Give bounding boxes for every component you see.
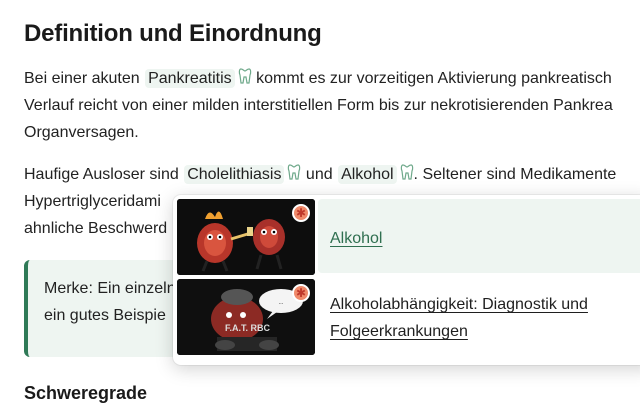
paragraph-2-line-1: Haufige Ausloser sind Cholelithiasis und… xyxy=(24,161,616,188)
paragraph-1-line-3: Organversagen. xyxy=(24,124,139,141)
result-thumbnail-alkoholabhaengigkeit: ... F.A.T. RBC ✱ xyxy=(177,279,315,355)
term-link-pankreatitis[interactable]: Pankreatitis xyxy=(145,69,235,88)
text-fragment: und xyxy=(301,166,338,183)
search-preview-popup: × ✱ Alkohol xyxy=(173,195,640,365)
paragraph-2-line-2: Hypertriglyceridami xyxy=(24,193,161,210)
text-fragment: Haufige Ausloser sind xyxy=(24,166,184,183)
section-heading-severity: Schweregrade xyxy=(24,383,148,403)
paragraph-2-line-3: ahnliche Beschwerd xyxy=(24,220,168,237)
result-thumbnail-alkohol: ✱ xyxy=(177,199,315,275)
result-item[interactable]: ✱ Alkohol xyxy=(173,195,640,275)
text-fragment: Bei einer akuten xyxy=(24,70,145,87)
tooth-icon[interactable] xyxy=(287,163,301,181)
callout-line-2: ein gutes Beispie xyxy=(44,307,166,324)
section-heading-definition: Definition und Einordnung xyxy=(24,20,322,47)
thumbnail-caption: F.A.T. RBC xyxy=(225,323,270,333)
callout-line-1: Merke: Ein einzeln xyxy=(44,280,176,297)
paragraph-1-line-2: Verlauf reicht von einer milden intersti… xyxy=(24,97,613,114)
badge-icon: ✱ xyxy=(292,204,310,222)
paragraph-1-line-1: Bei einer akuten Pankreatitis kommt es z… xyxy=(24,65,612,92)
result-title-link[interactable]: Alkohol xyxy=(330,225,382,252)
badge-icon: ✱ xyxy=(292,284,310,302)
result-title-line-2: Folgeerkrankungen xyxy=(330,323,468,340)
text-fragment: . Seltener sind Medikamente xyxy=(413,166,617,183)
result-item[interactable]: ... F.A.T. RBC ✱ Alkoholabhängigkeit: Di… xyxy=(173,279,640,361)
tooth-icon[interactable] xyxy=(400,163,414,181)
term-link-cholelithiasis[interactable]: Cholelithiasis xyxy=(184,165,285,184)
result-title-link[interactable]: Alkoholabhängigkeit: Diagnostik und Folg… xyxy=(330,291,588,345)
text-fragment: kommt es zur vorzeitigen Aktivierung pan… xyxy=(251,70,612,87)
svg-text:...: ... xyxy=(278,300,283,306)
term-link-alkohol[interactable]: Alkohol xyxy=(338,165,397,184)
tooth-icon[interactable] xyxy=(238,67,252,85)
result-title-line-1: Alkoholabhängigkeit: Diagnostik und xyxy=(330,296,588,313)
